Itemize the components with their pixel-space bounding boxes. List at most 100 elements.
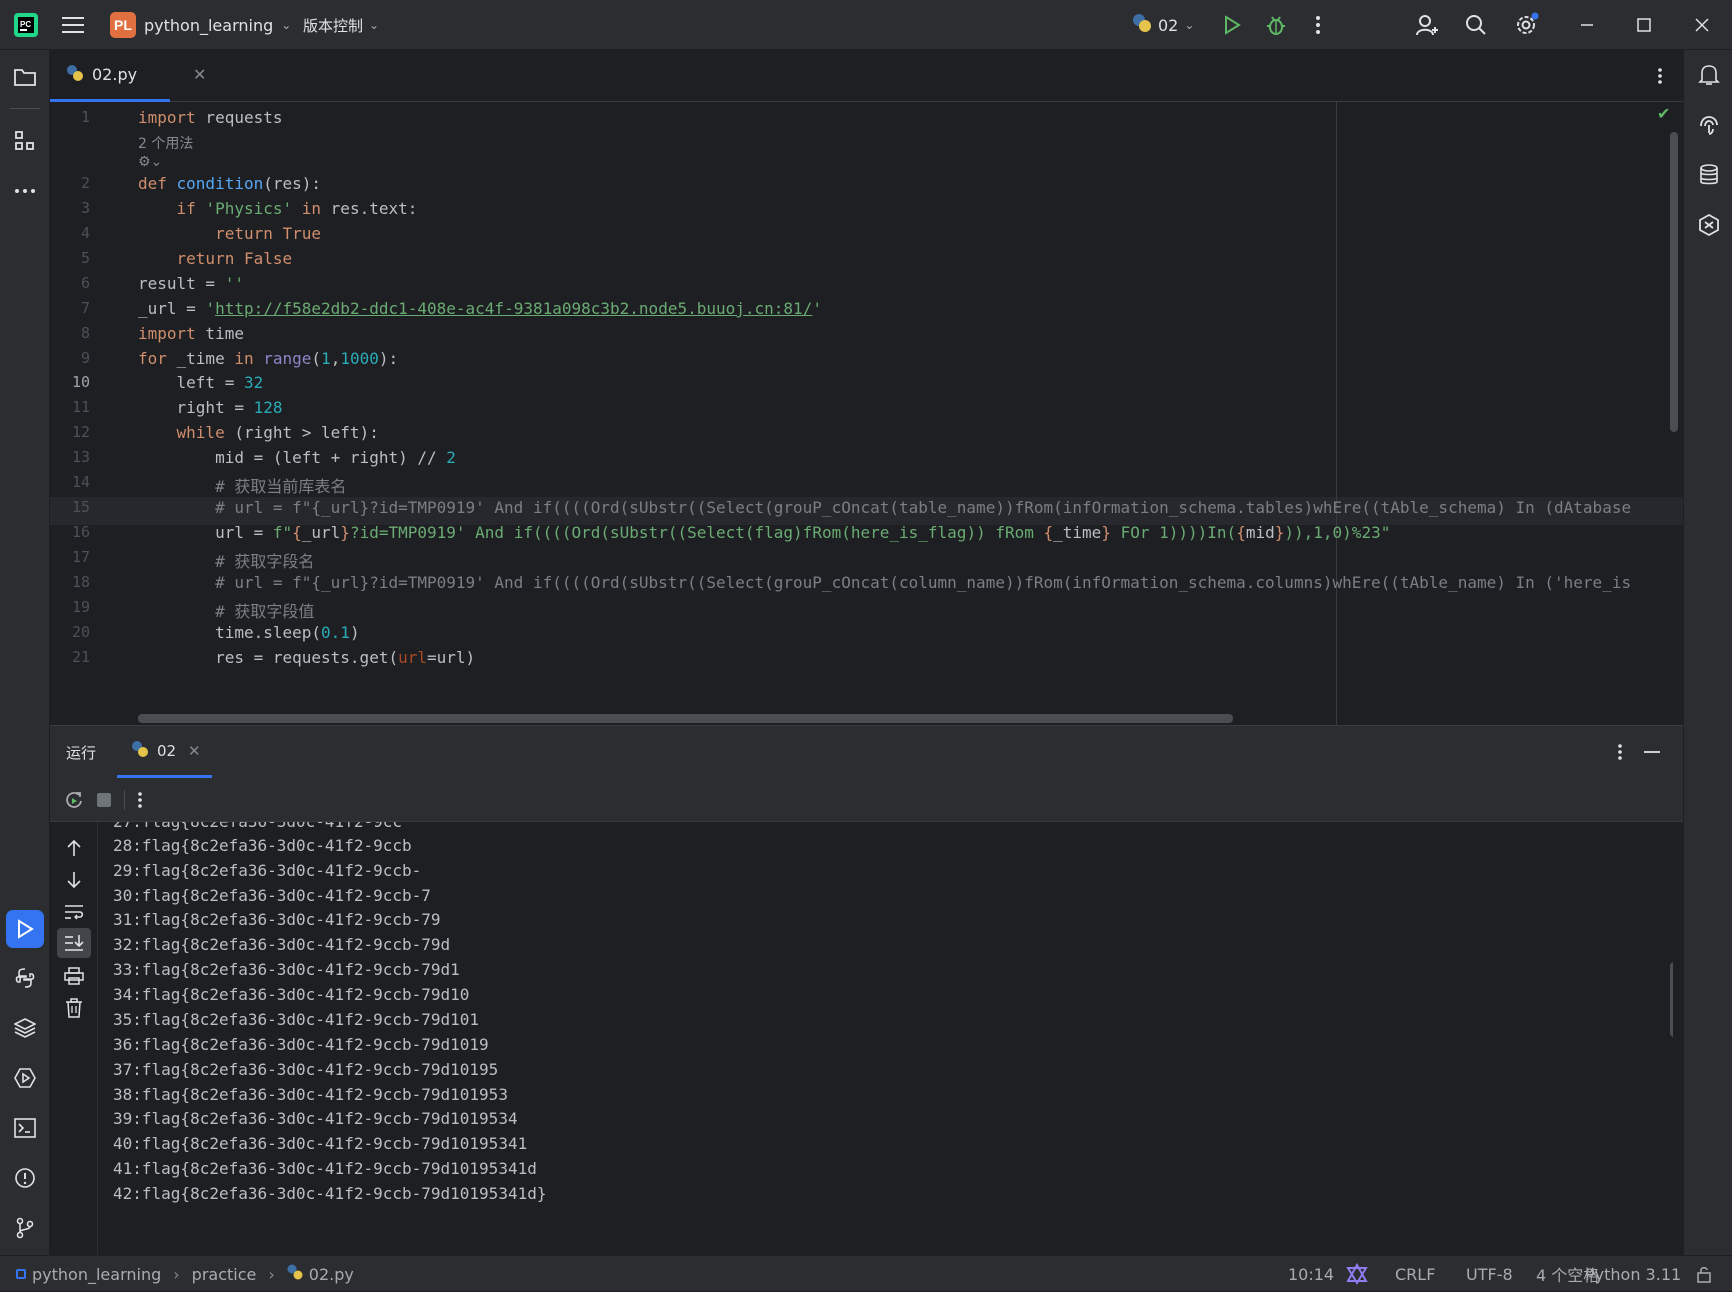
stop-icon[interactable] (92, 788, 116, 812)
terminal-icon[interactable] (12, 1115, 38, 1141)
main-menu-icon[interactable] (60, 13, 86, 37)
run-tab-close-icon[interactable]: ✕ (188, 742, 201, 760)
line-number: 2 (80, 174, 90, 192)
line-number: 13 (71, 448, 90, 466)
more-actions-icon[interactable] (1308, 13, 1328, 37)
breadcrumb-folder[interactable]: practice (192, 1265, 257, 1284)
output-line: 28:flag{8c2efa36-3d0c-41f2-9ccb (113, 836, 412, 855)
code-comment: # url = f"{_url}?id=TMP0919' And if((((O… (138, 498, 1632, 517)
vcs-label: 版本控制 (303, 16, 364, 35)
output-line: 39:flag{8c2efa36-3d0c-41f2-9ccb-79d10195… (113, 1109, 518, 1128)
console-output[interactable]: 27:flag{8c2efa36-3d0c-41f2-9cc 28:flag{8… (113, 822, 1673, 1256)
layers-icon[interactable] (12, 1015, 38, 1041)
output-line: 35:flag{8c2efa36-3d0c-41f2-9ccb-79d101 (113, 1010, 480, 1029)
hide-panel-icon[interactable] (1640, 740, 1664, 764)
python-interpreter[interactable]: Python 3.11 (1585, 1256, 1681, 1292)
url-link[interactable]: http://f58e2db2-ddc1-408e-ac4f-9381a098c… (215, 299, 812, 318)
inspection-ok-icon[interactable]: ✔ (1657, 104, 1670, 123)
run-icon[interactable] (1221, 14, 1243, 36)
fold-chevron-icon[interactable]: ⚙⌄ (138, 154, 162, 170)
structure-icon[interactable] (12, 128, 38, 154)
editor-tab-02py[interactable]: 02.py (50, 50, 170, 102)
rerun-icon[interactable] (62, 788, 86, 812)
services-icon[interactable] (12, 1065, 38, 1091)
line-number: 8 (80, 324, 90, 342)
output-line: 29:flag{8c2efa36-3d0c-41f2-9ccb- (113, 861, 422, 880)
clear-trash-icon[interactable] (62, 996, 86, 1020)
problems-icon[interactable] (12, 1165, 38, 1191)
minimize-icon[interactable] (1575, 13, 1599, 37)
vcs-menu[interactable]: 版本控制 ⌄ (303, 0, 379, 50)
soft-wrap-icon[interactable] (62, 900, 86, 924)
print-icon[interactable] (62, 964, 86, 988)
line-number: 20 (71, 623, 90, 641)
code-comment: # 获取字段名 (138, 552, 315, 571)
line-separator[interactable]: CRLF (1395, 1256, 1435, 1292)
line-number: 6 (80, 274, 90, 292)
python-console-icon[interactable] (12, 965, 38, 991)
line-number: 18 (71, 573, 90, 591)
horizontal-scrollbar[interactable] (138, 714, 1233, 723)
tab-close-icon[interactable]: ✕ (193, 65, 206, 84)
line-number: 17 (71, 548, 90, 566)
database-icon[interactable] (1696, 162, 1722, 188)
line-number: 10 (71, 373, 90, 391)
run-options-icon[interactable] (1610, 740, 1630, 764)
project-switcher[interactable]: PL python_learning ⌄ (110, 0, 291, 50)
console-scrollbar[interactable] (1670, 962, 1673, 1037)
chevron-down-icon: ⌄ (369, 18, 380, 32)
more-run-actions-icon[interactable] (130, 788, 150, 812)
code-line: def condition(res): (138, 174, 322, 193)
chevron-right-icon: › (268, 1264, 275, 1284)
maximize-icon[interactable] (1632, 13, 1656, 37)
line-number: 11 (71, 398, 90, 416)
separator (124, 790, 125, 810)
run-config-label: 02 (1158, 15, 1179, 35)
console-side-toolbar (50, 822, 98, 1256)
usages-hint[interactable]: 2 个用法 (138, 133, 193, 153)
code-editor[interactable]: 1 2 3 4 5 6 7 8 9 10 11 12 13 14 15 16 1… (50, 102, 1683, 725)
line-number: 16 (71, 523, 90, 541)
code-line: url = f"{_url}?id=TMP0919' And if((((Ord… (138, 523, 1391, 542)
scroll-down-icon[interactable] (62, 868, 86, 892)
code-line: return True (138, 224, 322, 243)
project-folder-icon[interactable] (12, 64, 38, 90)
close-icon[interactable] (1690, 13, 1714, 37)
scroll-to-end-icon[interactable] (57, 928, 91, 958)
code-line: mid = (left + right) // 2 (138, 448, 456, 467)
python-file-icon (287, 1264, 303, 1284)
line-number: 19 (71, 598, 90, 616)
caret-position[interactable]: 10:14 (1288, 1256, 1334, 1292)
tab-options-icon[interactable] (1650, 64, 1670, 88)
scroll-up-icon[interactable] (62, 836, 86, 860)
output-line: 30:flag{8c2efa36-3d0c-41f2-9ccb-7 (113, 886, 431, 905)
file-encoding[interactable]: UTF-8 (1466, 1256, 1513, 1292)
code-line: left = 32 (138, 373, 264, 392)
breadcrumb: python_learning › practice › 02.py (16, 1256, 354, 1292)
more-tools-icon[interactable] (12, 178, 38, 204)
git-branch-icon[interactable] (12, 1215, 38, 1241)
vertical-scrollbar[interactable] (1670, 132, 1678, 432)
run-config-selector[interactable]: 02 ⌄ (1132, 0, 1194, 50)
run-tool-window: 运行 02 ✕ 28:flag{8c2efa36-3d0c-41f2-9ccb … (50, 725, 1683, 1256)
settings-gear-icon[interactable] (1513, 12, 1541, 38)
run-tool-icon[interactable] (6, 910, 44, 948)
breadcrumb-project[interactable]: python_learning (32, 1265, 161, 1284)
notifications-bell-icon[interactable] (1696, 62, 1722, 88)
status-bar: python_learning › practice › 02.py 10:14… (0, 1255, 1732, 1291)
breadcrumb-file[interactable]: 02.py (309, 1265, 354, 1284)
run-panel-title: 运行 (66, 744, 97, 762)
tab-label: 02.py (92, 65, 138, 84)
search-icon[interactable] (1463, 13, 1489, 37)
debug-icon[interactable] (1264, 13, 1288, 37)
ai-status-icon[interactable] (1346, 1256, 1368, 1292)
code-comment: # 获取当前库表名 (138, 477, 347, 496)
project-name: python_learning (144, 15, 274, 35)
code-area[interactable]: import requests 2 个用法 ⚙⌄ def condition(r… (138, 102, 1678, 725)
line-number: 5 (80, 249, 90, 267)
ai-assistant-icon[interactable] (1696, 112, 1722, 138)
lock-icon[interactable] (1696, 1256, 1712, 1292)
plugin-icon[interactable] (1696, 212, 1722, 238)
code-line: time.sleep(0.1) (138, 623, 360, 642)
add-user-icon[interactable] (1413, 12, 1441, 38)
